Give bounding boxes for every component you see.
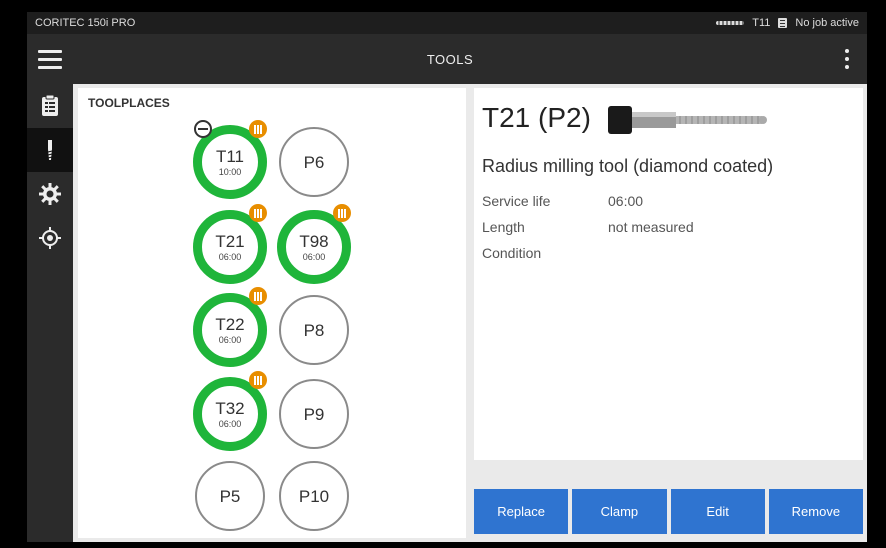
toolplaces-heading: TOOLPLACES: [88, 96, 170, 110]
settings-gear-icon: [39, 183, 61, 205]
clamp-icon: [333, 204, 351, 222]
nav-calibration[interactable]: [27, 216, 73, 260]
property-row: Condition: [482, 240, 694, 266]
property-value: not measured: [608, 219, 694, 235]
tool-detail-panel: T21 (P2) Radius milling tool (diamond co: [474, 88, 863, 460]
screen: CORITEC 150i PRO T11 No job active TOOLS: [27, 12, 867, 542]
property-label: Service life: [482, 193, 551, 209]
property-label: Condition: [482, 245, 542, 261]
remove-button[interactable]: Remove: [768, 489, 863, 534]
edit-button[interactable]: Edit: [670, 489, 765, 534]
current-tool-icon: [716, 21, 745, 25]
clamp-icon: [249, 371, 267, 389]
slot-name: P9: [303, 404, 325, 424]
slot-time: 06:00: [302, 251, 326, 262]
slot-name: T32: [215, 398, 245, 418]
clipboard-icon: [42, 94, 58, 116]
more-options-icon[interactable]: [827, 34, 867, 84]
property-label: Length: [482, 219, 525, 235]
property-row: Service life 06:00: [482, 188, 694, 214]
status-bar: CORITEC 150i PRO T11 No job active: [27, 12, 867, 34]
title-bar: TOOLS: [27, 34, 867, 84]
nav-tools[interactable]: [27, 128, 73, 172]
replace-button[interactable]: Replace: [474, 489, 569, 534]
tool-icon: [47, 140, 53, 160]
nav-jobs[interactable]: [27, 84, 73, 128]
target-icon: [39, 227, 61, 249]
toolplace-slot[interactable]: P8: [279, 295, 349, 365]
clamp-icon: [249, 204, 267, 222]
slot-name: P10: [298, 486, 330, 506]
action-bar: Replace Clamp Edit Remove: [474, 489, 863, 534]
toolplace-slot[interactable]: P5: [195, 461, 265, 531]
tool-detail-title: T21 (P2): [482, 102, 591, 133]
slot-name: P5: [219, 486, 241, 506]
current-tool-label: T11: [752, 17, 771, 29]
machine-model: CORITEC 150i PRO: [35, 17, 136, 29]
slot-name: T11: [215, 146, 245, 166]
nav-settings[interactable]: [27, 172, 73, 216]
property-row: Length not measured: [482, 214, 694, 240]
page-title: TOOLS: [426, 51, 474, 67]
device-frame: CORITEC 150i PRO T11 No job active TOOLS: [0, 0, 886, 548]
hamburger-menu-icon[interactable]: [27, 34, 73, 84]
slot-time: 06:00: [218, 418, 242, 429]
toolplace-slot[interactable]: P6: [279, 127, 349, 197]
slot-name: P6: [303, 152, 325, 172]
clamp-icon: [249, 287, 267, 305]
job-status: No job active: [795, 17, 859, 29]
job-icon: [778, 18, 788, 28]
slot-time: 10:00: [218, 166, 242, 177]
toolplace-slot[interactable]: P9: [279, 379, 349, 449]
slot-time: 06:00: [218, 334, 242, 345]
property-value: 06:00: [608, 193, 644, 209]
tool-description: Radius milling tool (diamond coated): [482, 156, 774, 176]
toolplace-slot[interactable]: P10: [279, 461, 349, 531]
slot-name: T22: [215, 314, 245, 334]
slot-name: P8: [303, 320, 325, 340]
remove-circle-icon: [194, 120, 212, 138]
slot-time: 06:00: [218, 251, 242, 262]
toolplaces-panel: TOOLPLACES T11 10:00 P6 T21 06:00 T98 06…: [78, 88, 466, 538]
status-right: T11 No job active: [716, 17, 859, 29]
slot-name: T98: [299, 231, 329, 251]
slot-name: T21: [215, 231, 245, 251]
clamp-icon: [249, 120, 267, 138]
side-nav: [27, 84, 73, 542]
milling-tool-icon: [608, 106, 767, 134]
tool-properties: Service life 06:00 Length not measured C…: [482, 188, 694, 266]
clamp-button[interactable]: Clamp: [572, 489, 667, 534]
